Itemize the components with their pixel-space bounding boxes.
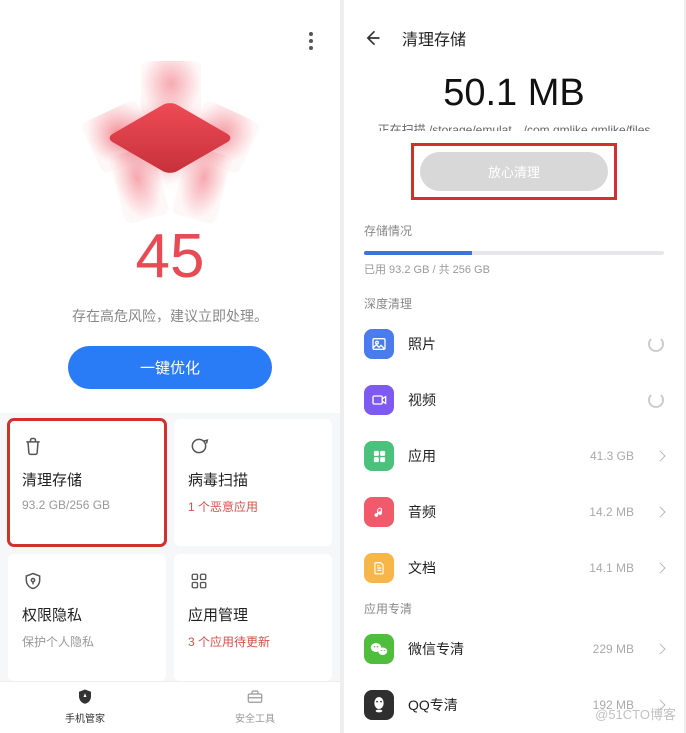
- list-item-value: 41.3 GB: [590, 449, 634, 463]
- storage-bar: [364, 251, 664, 255]
- card-privacy[interactable]: 权限隐私 保护个人隐私: [8, 554, 166, 681]
- feature-grid: 清理存储 93.2 GB/256 GB 病毒扫描 1 个恶意应用 权限隐私 保护…: [0, 413, 340, 681]
- deep-item-row[interactable]: 音频 14.2 MB: [344, 484, 684, 540]
- bottom-nav: 手机管家 安全工具: [0, 681, 340, 733]
- card-sub: 保护个人隐私: [22, 633, 152, 650]
- page-title: 清理存储: [402, 26, 466, 50]
- list-item-name: 微信专清: [408, 639, 579, 659]
- list-item-value: 229 MB: [593, 642, 634, 656]
- app-item-row[interactable]: 微信专清 229 MB: [344, 621, 684, 677]
- list-item-value: 14.2 MB: [589, 505, 634, 519]
- loading-spinner-icon: [648, 336, 664, 352]
- list-item-name: 应用: [408, 446, 576, 466]
- tab-label: 安全工具: [170, 710, 340, 725]
- section-label-deep: 深度清理: [344, 291, 684, 316]
- shield-icon: [75, 688, 95, 708]
- target-icon: [188, 435, 210, 457]
- scan-size-value: 50.1 MB: [344, 72, 684, 115]
- chevron-right-icon: [654, 643, 665, 654]
- grid-icon: [188, 570, 210, 592]
- chevron-right-icon: [654, 562, 665, 573]
- audio-icon: [364, 497, 394, 527]
- manager-home-screen: 45 存在高危风险，建议立即处理。 一键优化 清理存储 93.2 GB/256 …: [0, 0, 340, 733]
- trash-icon: [22, 435, 44, 457]
- card-title: 清理存储: [22, 469, 152, 490]
- risk-cube-graphic: [83, 58, 258, 218]
- shield-key-icon: [22, 570, 44, 592]
- deep-item-row[interactable]: 文档 14.1 MB: [344, 540, 684, 596]
- page-header: 清理存储: [344, 0, 684, 64]
- back-icon[interactable]: [362, 28, 382, 48]
- list-item-value: 14.1 MB: [589, 561, 634, 575]
- tab-phone-manager[interactable]: 手机管家: [0, 682, 170, 733]
- qq-icon: [364, 690, 394, 720]
- card-clean-storage[interactable]: 清理存储 93.2 GB/256 GB: [8, 419, 166, 546]
- card-app-management[interactable]: 应用管理 3 个应用待更新: [174, 554, 332, 681]
- more-icon[interactable]: [300, 30, 322, 52]
- scan-prefix: 正在扫描: [378, 123, 429, 131]
- scan-path-label: 正在扫描 /storage/emulat…/com.qmlike.qmlike/…: [344, 121, 684, 131]
- card-sub: 3 个应用待更新: [188, 633, 318, 650]
- optimize-button[interactable]: 一键优化: [68, 346, 272, 389]
- hero-panel: 45 存在高危风险，建议立即处理。 一键优化: [0, 0, 340, 413]
- video-icon: [364, 385, 394, 415]
- chevron-right-icon: [654, 450, 665, 461]
- list-item-name: QQ专清: [408, 695, 579, 715]
- list-item-name: 照片: [408, 334, 634, 354]
- toolbox-icon: [245, 688, 265, 708]
- clean-storage-screen: 清理存储 50.1 MB 正在扫描 /storage/emulat…/com.q…: [344, 0, 684, 733]
- wechat-icon: [364, 634, 394, 664]
- deep-item-row[interactable]: 应用 41.3 GB: [344, 428, 684, 484]
- clean-now-button[interactable]: 放心清理: [420, 152, 608, 191]
- photo-icon: [364, 329, 394, 359]
- card-sub: 93.2 GB/256 GB: [22, 498, 152, 512]
- storage-bar-fill: [364, 251, 472, 255]
- card-title: 病毒扫描: [188, 469, 318, 490]
- risk-message: 存在高危风险，建议立即处理。: [18, 306, 322, 326]
- list-item-name: 音频: [408, 502, 575, 522]
- card-sub: 1 个恶意应用: [188, 498, 318, 515]
- section-label-storage: 存储情况: [344, 218, 684, 243]
- deep-item-row[interactable]: 视频: [344, 372, 684, 428]
- watermark: @51CTO博客: [595, 704, 676, 723]
- deep-item-row[interactable]: 照片: [344, 316, 684, 372]
- card-title: 权限隐私: [22, 604, 152, 625]
- doc-icon: [364, 553, 394, 583]
- list-item-name: 视频: [408, 390, 634, 410]
- list-item-name: 文档: [408, 558, 575, 578]
- scan-path: /storage/emulat…/com.qmlike.qmlike/files: [429, 123, 650, 131]
- card-virus-scan[interactable]: 病毒扫描 1 个恶意应用: [174, 419, 332, 546]
- section-label-appclean: 应用专清: [344, 596, 684, 621]
- storage-usage-text: 已用 93.2 GB / 共 256 GB: [344, 261, 684, 291]
- tab-label: 手机管家: [0, 710, 170, 725]
- health-score: 45: [18, 226, 322, 288]
- highlight-box: 放心清理: [411, 143, 617, 200]
- tab-security-tools[interactable]: 安全工具: [170, 682, 340, 733]
- card-title: 应用管理: [188, 604, 318, 625]
- apps-icon: [364, 441, 394, 471]
- deep-clean-list: 照片视频应用 41.3 GB 音频 14.2 MB 文档 14.1 MB: [344, 316, 684, 596]
- loading-spinner-icon: [648, 392, 664, 408]
- chevron-right-icon: [654, 506, 665, 517]
